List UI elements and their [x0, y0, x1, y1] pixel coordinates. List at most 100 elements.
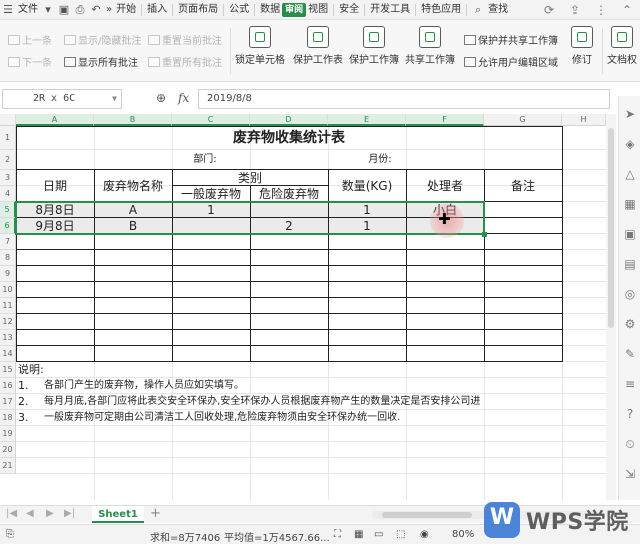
settings-icon[interactable]: ⚙	[622, 316, 638, 332]
pointer-icon[interactable]: ➤	[622, 106, 638, 122]
row-header-17[interactable]: 17	[0, 394, 16, 410]
tab-developer[interactable]: 开发工具	[368, 0, 412, 20]
macro-record-icon[interactable]: ⎘	[6, 529, 14, 540]
next-sheet-icon[interactable]: ▶	[46, 508, 54, 519]
show-hide-comment-button[interactable]: 显示/隐藏批注	[64, 32, 141, 47]
menu-icon[interactable]: ☰	[0, 3, 16, 16]
row-header-7[interactable]: 7	[0, 234, 16, 250]
style-icon[interactable]: ◈	[622, 136, 638, 152]
chart-icon[interactable]: ▤	[622, 256, 638, 272]
insert-function-button[interactable]: fx	[178, 91, 189, 105]
tab-security[interactable]: 安全	[337, 0, 361, 20]
table-icon[interactable]: ▦	[622, 196, 638, 212]
tab-review[interactable]: 审阅	[282, 2, 307, 17]
layers-icon[interactable]: ≡	[622, 376, 638, 392]
row-header-2[interactable]: 2	[0, 150, 16, 170]
tab-formulas[interactable]: 公式	[227, 0, 251, 20]
row-header-11[interactable]: 11	[0, 298, 16, 314]
reset-current-comment-button[interactable]: 重置当前批注	[148, 32, 222, 47]
file-menu[interactable]: 文件	[16, 0, 40, 20]
vertical-scrollbar-thumb[interactable]	[608, 128, 614, 328]
column-header-h[interactable]: H	[562, 114, 606, 126]
tab-page-layout[interactable]: 页面布局	[176, 0, 220, 20]
more-options-icon[interactable]: ⋮	[588, 3, 614, 17]
save-icon[interactable]: ▣	[56, 3, 72, 16]
fill-handle[interactable]	[482, 232, 487, 237]
zoom-fit-icon[interactable]: ⛶	[334, 529, 341, 540]
cloud-sync-icon[interactable]: ⟳	[536, 3, 562, 17]
document-rights-button[interactable]: 文档权	[604, 26, 640, 66]
formula-input[interactable]: 2019/8/8	[198, 89, 610, 109]
row-header-12[interactable]: 12	[0, 314, 16, 330]
tab-insert[interactable]: 插入	[145, 0, 169, 20]
lock-cell-button[interactable]: 锁定单元格	[234, 26, 286, 66]
column-header-c[interactable]: C	[172, 114, 250, 126]
help-icon[interactable]: ?	[622, 406, 638, 422]
add-sheet-button[interactable]: +	[150, 506, 161, 521]
sheet-tab-sheet1[interactable]: Sheet1	[92, 506, 144, 523]
zoom-level[interactable]: 80%	[452, 529, 474, 540]
prev-sheet-icon[interactable]: ◀	[26, 508, 34, 519]
row-header-1[interactable]: 1	[0, 126, 16, 150]
reading-view-icon[interactable]: ⬚	[396, 529, 405, 540]
reset-all-comments-button[interactable]: 重置所有批注	[148, 54, 222, 69]
vertical-scrollbar[interactable]	[606, 114, 616, 500]
history-icon[interactable]: ⏲	[622, 436, 638, 452]
column-header-e[interactable]: E	[328, 114, 406, 126]
row-header-10[interactable]: 10	[0, 282, 16, 298]
row-header-18[interactable]: 18	[0, 410, 16, 426]
row-header-4[interactable]: 4	[0, 186, 16, 202]
revise-button[interactable]: 修订	[556, 26, 608, 66]
row-header-21[interactable]: 21	[0, 458, 16, 474]
name-box[interactable]: 2R x 6C ▼	[2, 89, 122, 109]
row-header-9[interactable]: 9	[0, 266, 16, 282]
tab-special-apps[interactable]: 特色应用	[419, 0, 463, 20]
normal-view-icon[interactable]: ▦	[354, 529, 363, 540]
column-header-f[interactable]: F	[406, 114, 484, 126]
name-box-dropdown-icon[interactable]: ▼	[112, 90, 117, 108]
protect-workbook-button[interactable]: 保护工作簿	[348, 26, 400, 66]
allow-edit-ranges-button[interactable]: 允许用户编辑区域	[464, 54, 558, 69]
row-header-20[interactable]: 20	[0, 442, 16, 458]
dropdown-icon[interactable]: ▾	[40, 3, 56, 16]
comment-icon[interactable]: ✎	[622, 346, 638, 362]
spreadsheet-grid[interactable]: ABCDEFGH 1 2 3 4 5 6 7 8 9 10 11 12 13 14 15 16 17 18 19 20…	[0, 114, 606, 500]
shape-icon[interactable]: △	[622, 166, 638, 182]
column-header-g[interactable]: G	[484, 114, 562, 126]
row-header-5[interactable]: 5	[0, 202, 16, 218]
protect-sheet-button[interactable]: 保护工作表	[292, 26, 344, 66]
protect-share-workbook-button[interactable]: 保护并共享工作簿	[464, 32, 558, 47]
next-comment-button[interactable]: 下一条	[8, 54, 52, 69]
expand-panel-icon[interactable]: ⇲	[622, 466, 638, 482]
tab-data[interactable]: 数据	[258, 0, 282, 20]
share-workbook-button[interactable]: 共享工作簿	[404, 26, 456, 66]
backup-icon[interactable]: ◎	[622, 286, 638, 302]
select-all-corner[interactable]	[0, 114, 16, 126]
undo-icon[interactable]: ↶	[88, 3, 104, 16]
column-header-a[interactable]: A	[16, 114, 94, 126]
last-sheet-icon[interactable]: ▶|	[64, 508, 75, 519]
print-icon[interactable]: ⎙	[72, 3, 88, 17]
search-button[interactable]: 查找	[486, 0, 510, 20]
row-header-6[interactable]: 6	[0, 218, 16, 234]
row-header-8[interactable]: 8	[0, 250, 16, 266]
zoom-formula-icon[interactable]: ⊕	[156, 91, 166, 105]
column-header-d[interactable]: D	[250, 114, 328, 126]
column-header-b[interactable]: B	[94, 114, 172, 126]
row-header-3[interactable]: 3	[0, 170, 16, 186]
first-sheet-icon[interactable]: |◀	[6, 508, 17, 519]
search-icon[interactable]: ⌕	[470, 3, 486, 17]
tab-home[interactable]: 开始	[114, 0, 138, 20]
row-header-16[interactable]: 16	[0, 378, 16, 394]
page-break-view-icon[interactable]: ▭	[374, 529, 383, 540]
image-icon[interactable]: ▣	[622, 226, 638, 242]
horizontal-scrollbar-thumb[interactable]	[382, 512, 472, 518]
prev-comment-button[interactable]: 上一条	[8, 32, 52, 47]
row-header-13[interactable]: 13	[0, 330, 16, 346]
row-header-15[interactable]: 15	[0, 362, 16, 378]
show-all-comments-button[interactable]: 显示所有批注	[64, 54, 138, 69]
row-header-19[interactable]: 19	[0, 426, 16, 442]
more-tools-button[interactable]: »	[104, 0, 114, 20]
collapse-ribbon-icon[interactable]: ⌃	[614, 3, 640, 17]
tab-view[interactable]: 视图	[306, 0, 330, 20]
